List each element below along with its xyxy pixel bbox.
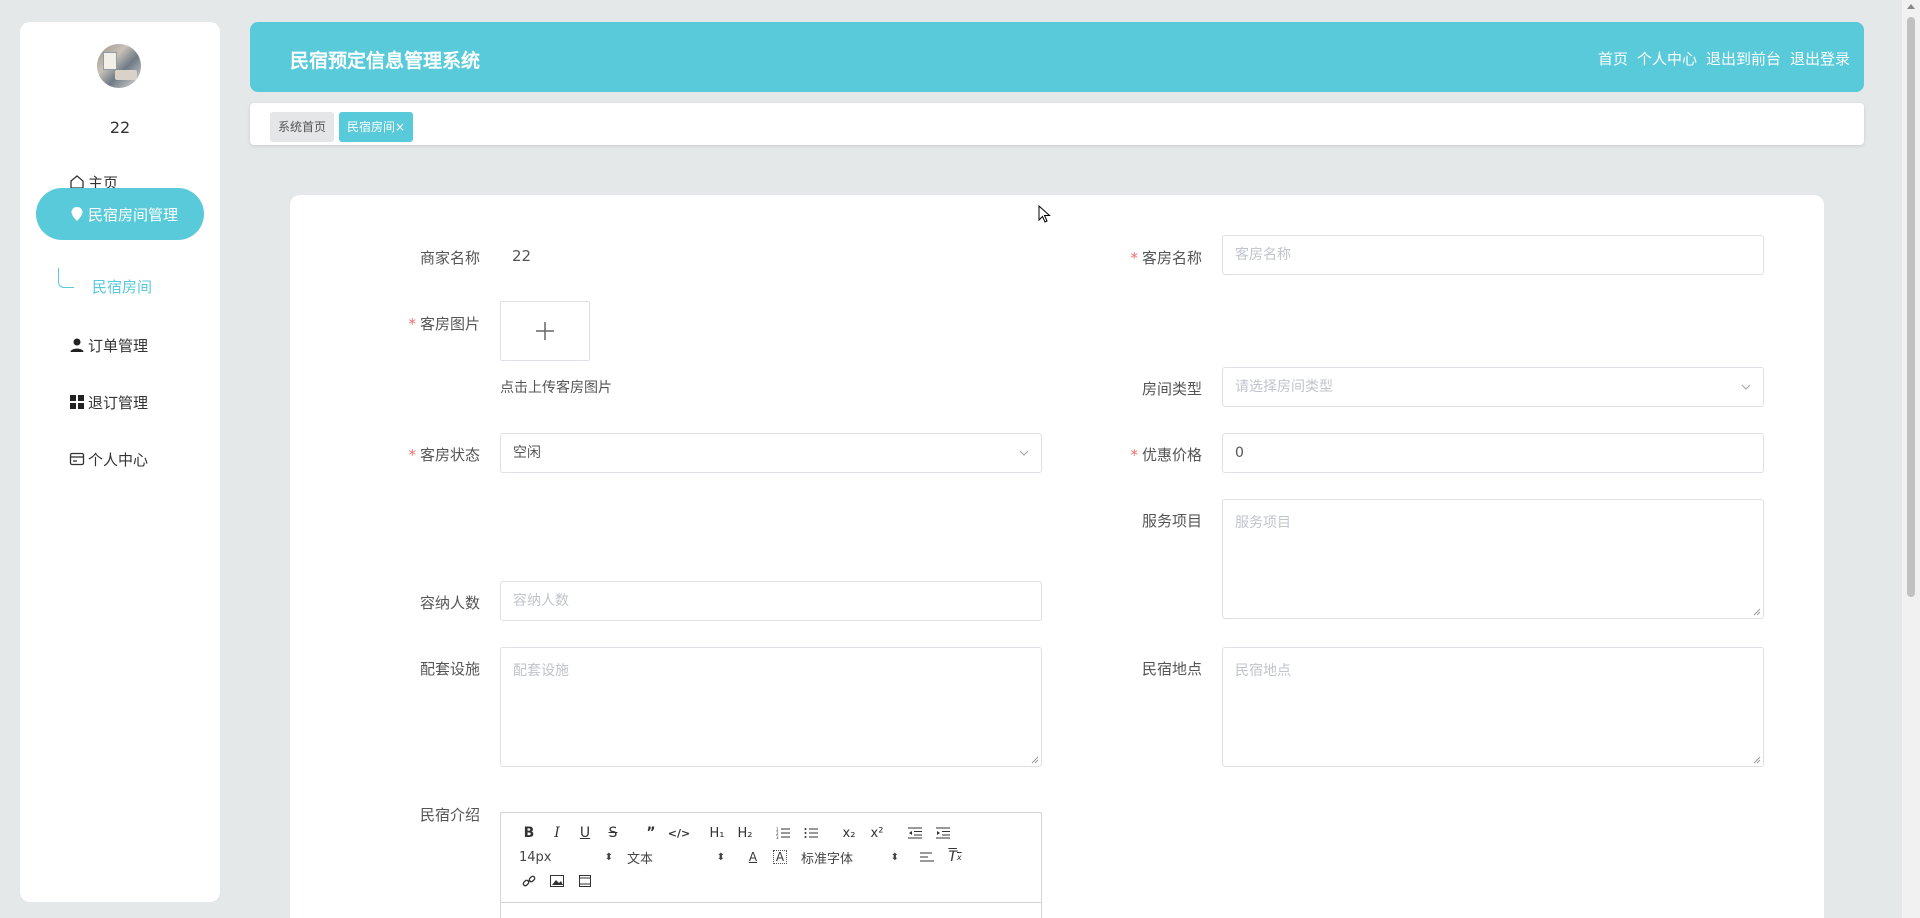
capacity-label: 容纳人数 [419,594,480,612]
room-image-label: * 客房图片 [408,315,480,333]
sidebar-item-orders[interactable]: 订单管理 [36,319,204,371]
location-textarea[interactable]: 民宿地点 [1222,647,1764,767]
sidebar-item-label: 退订管理 [88,393,149,412]
bold-icon[interactable]: B [515,822,543,844]
font-family-select[interactable]: 标准字体 ⬍ [801,848,913,867]
ordered-list-icon[interactable]: 123 [769,822,797,844]
room-name-input[interactable]: 客房名称 [1222,235,1764,275]
scrollbar-thumb[interactable] [1907,17,1915,597]
heading2-icon[interactable]: H₂ [731,822,759,844]
submenu-connector [58,268,74,288]
service-items-textarea[interactable]: 服务项目 [1222,499,1764,619]
capacity-input[interactable]: 容纳人数 [500,581,1042,621]
outdent-icon[interactable] [901,822,929,844]
italic-icon[interactable]: I [543,822,571,844]
discount-price-input[interactable]: 0 [1222,433,1764,473]
underline-icon[interactable]: U [571,822,599,844]
nav-logout-link[interactable]: 退出登录 [1790,48,1850,69]
font-size-select[interactable]: 14px ⬍ [515,850,627,865]
nav-home-link[interactable]: 首页 [1598,48,1628,69]
editor-toolbar: B I U S ” </> H₁ H₂ 123 x₂ x² 14px ⬍ 文本 … [501,813,1041,893]
subscript-icon[interactable]: x₂ [835,822,863,844]
sidebar-item-label: 民宿房间管理 [88,205,179,224]
page-scrollbar[interactable] [1902,0,1920,918]
user-icon [68,336,86,354]
heading1-icon[interactable]: H₁ [703,822,731,844]
card-icon [68,450,86,468]
background-color-icon[interactable]: A [773,850,787,864]
sidebar-item-cancellations[interactable]: 退订管理 [36,376,204,428]
top-header: 民宿预定信息管理系统 首页 个人中心 退出到前台 退出登录 [250,22,1864,92]
location-label: 民宿地点 [1141,660,1202,678]
plus-icon [536,322,554,340]
sidebar-item-profile[interactable]: 个人中心 [36,433,204,485]
superscript-icon[interactable]: x² [863,822,891,844]
merchant-name-value: 22 [512,247,532,265]
app-title: 民宿预定信息管理系统 [290,50,481,72]
tabs-bar: 系统首页 民宿房间× [250,103,1864,145]
upload-hint: 点击上传客房图片 [500,380,612,396]
grid-icon [68,393,86,411]
room-status-select[interactable]: 空闲 [500,433,1042,473]
scroll-up-icon[interactable] [1907,4,1915,9]
paragraph-select[interactable]: 文本 ⬍ [627,848,739,867]
svg-text:3: 3 [776,835,779,839]
mouse-cursor-icon [1038,205,1051,223]
code-icon[interactable]: </> [665,822,693,844]
strike-icon[interactable]: S [599,822,627,844]
discount-price-label: * 优惠价格 [1130,446,1202,464]
clear-format-icon[interactable]: Tx [941,846,969,868]
tab-system-home[interactable]: 系统首页 [270,112,335,142]
tab-rooms[interactable]: 民宿房间× [339,112,414,142]
room-type-label: 房间类型 [1141,380,1202,398]
font-color-icon[interactable]: A [739,846,767,868]
resize-handle-icon[interactable] [1031,756,1039,764]
room-status-label: * 客房状态 [408,446,480,464]
user-name: 22 [109,118,131,137]
chevron-down-icon [1019,450,1029,456]
service-items-label: 服务项目 [1141,512,1202,530]
rich-text-editor: B I U S ” </> H₁ H₂ 123 x₂ x² 14px ⬍ 文本 … [500,812,1042,918]
location-icon [68,205,86,223]
sidebar-subitem-rooms[interactable]: 民宿房间 [92,276,152,297]
video-icon[interactable] [571,870,599,892]
nav-profile-link[interactable]: 个人中心 [1637,48,1697,69]
align-icon[interactable] [913,846,941,868]
sidebar-item-room-management[interactable]: 民宿房间管理 [36,188,204,240]
quote-icon[interactable]: ” [637,822,665,844]
room-name-label: * 客房名称 [1130,249,1202,267]
sidebar: 22 主页 民宿房间管理 民宿房间 订单管理 退订管理 个人中心 [20,22,220,902]
image-upload-button[interactable] [500,301,590,361]
resize-handle-icon[interactable] [1753,756,1761,764]
avatar[interactable] [97,44,141,88]
bullet-list-icon[interactable] [797,822,825,844]
facilities-label: 配套设施 [419,660,480,678]
merchant-name-label: 商家名称 [419,249,480,267]
indent-icon[interactable] [929,822,957,844]
chevron-down-icon [1741,384,1751,390]
sidebar-item-label: 个人中心 [88,450,149,469]
form-panel: 商家名称 22 * 客房名称 客房名称 * 客房图片 点击上传客房图片 房间类型 请… [290,195,1824,918]
image-icon[interactable] [543,870,571,892]
nav-frontend-link[interactable]: 退出到前台 [1706,48,1781,69]
header-nav: 首页 个人中心 退出到前台 退出登录 [1598,48,1850,69]
sidebar-item-label: 订单管理 [88,336,149,355]
resize-handle-icon[interactable] [1753,608,1761,616]
room-type-select[interactable]: 请选择房间类型 [1222,367,1764,407]
editor-divider [501,902,1041,903]
link-icon[interactable] [515,870,543,892]
facilities-textarea[interactable]: 配套设施 [500,647,1042,767]
intro-label: 民宿介绍 [419,806,480,824]
